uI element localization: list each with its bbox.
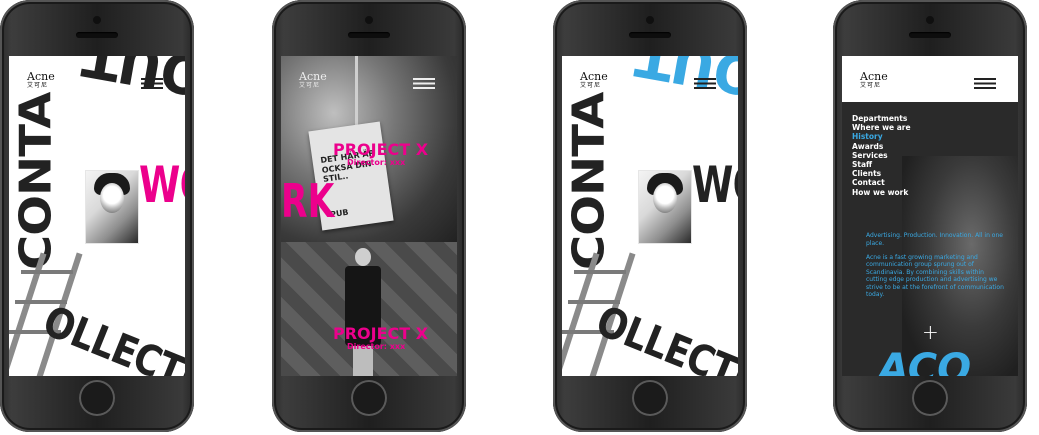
camera-icon (926, 16, 934, 24)
hamburger-icon[interactable] (413, 78, 435, 89)
model-figure (339, 246, 387, 376)
ladder-rung (574, 270, 626, 274)
home-button (351, 380, 387, 416)
brand-logo[interactable]: Acne 艾可尼 (580, 71, 608, 89)
portrait-face (100, 183, 124, 213)
hamburger-icon[interactable] (141, 78, 163, 89)
screen-3: ABOUT CONTA WO OLLECTIV Acne艾可尼 (562, 56, 738, 376)
project-director: Director: xxx (347, 158, 406, 167)
logo-chinese: 艾可尼 (860, 82, 882, 89)
nav-menu: Departments Where we are History Awards … (852, 114, 911, 197)
speaker-grille (348, 32, 390, 38)
brand-logo[interactable]: Acne 艾可尼 (860, 71, 888, 89)
project-title[interactable]: PROJECT X (333, 140, 428, 159)
work-word[interactable]: WO (139, 156, 185, 214)
camera-icon (93, 16, 101, 24)
ladder-rung (21, 270, 73, 274)
tag-string (355, 56, 358, 132)
menu-item-staff[interactable]: Staff (852, 160, 911, 169)
phone-mockup-1: ABOUT CONTA WO OLLECTIV Acne艾可尼 (0, 0, 194, 432)
portrait-image (638, 170, 692, 244)
menu-item-departments[interactable]: Departments (852, 114, 911, 123)
portrait-face (653, 183, 677, 213)
menu-item-services[interactable]: Services (852, 151, 911, 160)
home-button (632, 380, 668, 416)
speaker-grille (909, 32, 951, 38)
contact-word[interactable]: CONTA (11, 93, 61, 270)
phone-mockup-2: DET HÄR ÄR OCKSÅ DIN STIL.. PUB PROJECT … (272, 0, 466, 432)
project-director: Director: xxx (347, 342, 406, 351)
home-button (912, 380, 948, 416)
camera-icon (646, 16, 654, 24)
speaker-grille (629, 32, 671, 38)
screen-2: DET HÄR ÄR OCKSÅ DIN STIL.. PUB PROJECT … (281, 56, 457, 376)
brand-logo[interactable]: Acne 艾可尼 (27, 71, 55, 89)
speaker-grille (76, 32, 118, 38)
camera-icon (365, 16, 373, 24)
work-word-fragment[interactable]: RK (281, 174, 334, 228)
tagline: Advertising. Production. Innovation. All… (866, 232, 1003, 247)
model-head (355, 248, 371, 266)
menu-item-history[interactable]: History (852, 132, 911, 141)
portrait-image (85, 170, 139, 244)
work-word[interactable]: WO (692, 156, 738, 214)
hamburger-icon[interactable] (974, 78, 996, 89)
menu-item-where-we-are[interactable]: Where we are (852, 123, 911, 132)
brand-logo[interactable]: Acne 艾可尼 (299, 71, 327, 89)
hamburger-icon[interactable] (694, 78, 716, 89)
about-word[interactable]: ABOUT (79, 56, 185, 122)
screen-4: Acne 艾可尼 Departments Where we are History… (842, 56, 1018, 376)
menu-item-clients[interactable]: Clients (852, 169, 911, 178)
contact-word[interactable]: CONTA (564, 93, 614, 270)
logo-chinese: 艾可尼 (580, 82, 602, 89)
menu-item-awards[interactable]: Awards (852, 142, 911, 151)
menu-item-how-we-work[interactable]: How we work (852, 188, 911, 197)
phone-mockup-4: Acne 艾可尼 Departments Where we are History… (833, 0, 1027, 432)
screen-1: ABOUT CONTA WO OLLECTIV Acne艾可尼 (9, 56, 185, 376)
plus-icon[interactable]: + (922, 320, 939, 344)
menu-item-contact[interactable]: Contact (852, 178, 911, 187)
phone-mockup-3: ABOUT CONTA WO OLLECTIV Acne艾可尼 (553, 0, 747, 432)
home-button (79, 380, 115, 416)
about-body-text: Acne is a fast growing marketing and com… (866, 254, 1004, 299)
logo-chinese: 艾可尼 (299, 82, 321, 89)
logo-chinese: 艾可尼 (27, 82, 49, 89)
about-word[interactable]: ABOUT (632, 56, 738, 122)
big-word-fragment: ACO (878, 346, 972, 376)
project-title[interactable]: PROJECT X (333, 324, 428, 343)
